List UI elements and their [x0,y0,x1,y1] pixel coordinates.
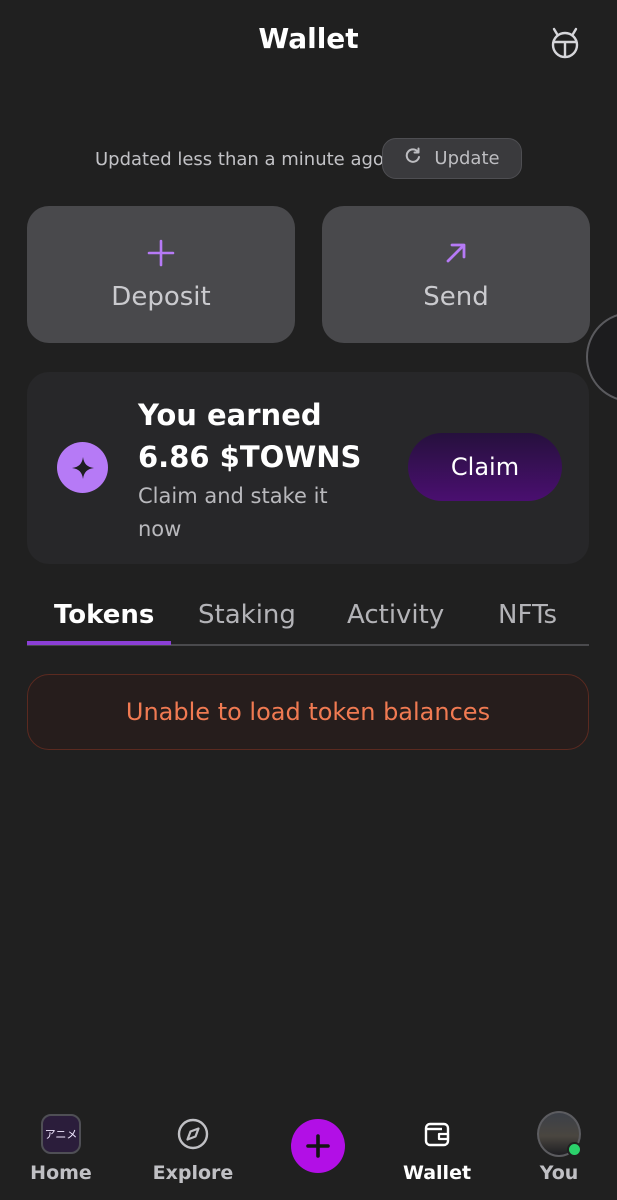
create-button[interactable] [291,1119,345,1173]
nav-you[interactable]: You [499,1100,617,1200]
plus-icon [27,238,295,268]
update-button[interactable]: Update [382,138,522,179]
deposit-button[interactable]: Deposit [27,206,295,343]
earnings-title: You earned [138,398,322,432]
header: Wallet [0,0,617,88]
tab-tokens[interactable]: Tokens [54,600,154,630]
towns-star-icon [57,442,108,493]
active-tab-indicator [27,641,171,645]
nav-you-label: You [539,1162,579,1184]
update-row: Updated less than a minute ago Update [0,138,617,180]
earnings-amount: 6.86 $TOWNS [138,440,362,474]
page-title: Wallet [258,22,359,55]
arrow-up-right-icon [322,238,590,268]
avatar-wrap [537,1111,582,1157]
send-button[interactable]: Send [322,206,590,343]
compass-icon [171,1112,215,1156]
helmet-icon[interactable] [546,24,584,62]
online-status-dot [567,1142,582,1157]
earnings-subtitle: Claim and stake it now [138,484,328,541]
send-label: Send [423,282,489,312]
nav-explore[interactable]: Explore [133,1100,253,1200]
earnings-card: You earned 6.86 $TOWNS Claim and stake i… [27,372,589,564]
refresh-icon [404,147,422,170]
tab-activity[interactable]: Activity [347,600,444,630]
deposit-label: Deposit [111,282,211,312]
home-icon: アニメ [39,1112,83,1156]
nav-explore-label: Explore [152,1162,234,1184]
update-button-label: Update [434,148,500,169]
floating-handle[interactable] [586,312,617,402]
nav-wallet[interactable]: Wallet [377,1100,497,1200]
claim-button[interactable]: Claim [408,433,562,501]
tab-nfts[interactable]: NFTs [498,600,557,630]
home-space-tile: アニメ [41,1114,81,1154]
update-status-text: Updated less than a minute ago [95,149,384,170]
nav-wallet-label: Wallet [402,1162,472,1184]
tab-staking[interactable]: Staking [198,600,296,630]
wallet-icon [415,1112,459,1156]
bottom-nav: アニメ Home Explore Wallet You [0,1100,617,1200]
nav-home[interactable]: アニメ Home [1,1100,121,1200]
wallet-tabs: Tokens Staking Activity NFTs [27,590,589,646]
plus-icon [306,1134,330,1158]
nav-home-label: Home [30,1162,92,1184]
wallet-screen: Wallet Updated less than a minute ago Up… [0,0,617,1200]
token-error-banner: Unable to load token balances [27,674,589,750]
avatar [537,1111,582,1157]
